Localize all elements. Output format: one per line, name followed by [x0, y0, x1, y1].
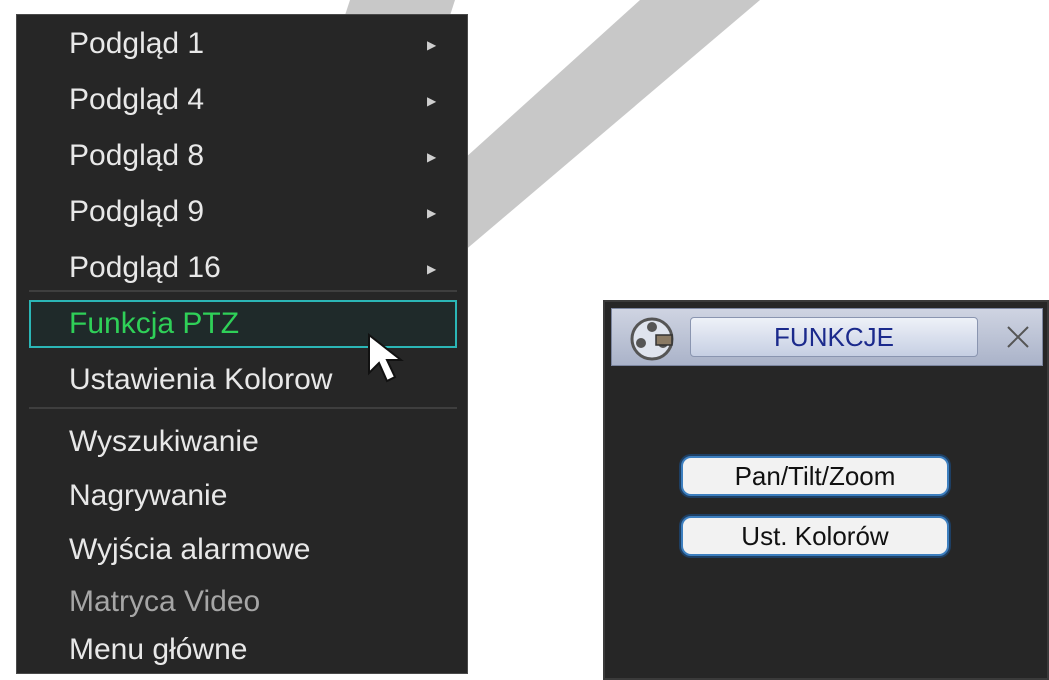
menu-item-podglad-8[interactable]: Podgląd 8 [69, 141, 204, 171]
submenu-arrow-icon: ▶ [427, 262, 437, 276]
submenu-arrow-icon: ▶ [427, 94, 437, 108]
mouse-pointer-icon [368, 333, 404, 383]
menu-item-menu-glowne[interactable]: Menu główne [69, 635, 247, 665]
menu-item-ustawienia-kolorow[interactable]: Ustawienia Kolorow [69, 365, 332, 395]
menu-item-podglad-9[interactable]: Podgląd 9 [69, 197, 204, 227]
menu-separator [29, 407, 457, 409]
dialog-title: FUNKCJE [774, 321, 894, 352]
menu-item-nagrywanie[interactable]: Nagrywanie [69, 481, 227, 511]
close-icon[interactable] [1004, 323, 1032, 351]
submenu-arrow-icon: ▶ [427, 38, 437, 52]
menu-item-funkcja-ptz[interactable]: Funkcja PTZ [69, 309, 239, 339]
menu-separator [29, 290, 457, 292]
dialog-title-field: FUNKCJE [690, 317, 978, 357]
menu-item-podglad-1[interactable]: Podgląd 1 [69, 29, 204, 59]
context-menu: Podgląd 1 ▶ Podgląd 4 ▶ Podgląd 8 ▶ Podg… [16, 14, 468, 674]
color-settings-button[interactable]: Ust. Kolorów [681, 516, 949, 556]
menu-item-podglad-16[interactable]: Podgląd 16 [69, 253, 221, 283]
menu-item-wyjscia-alarmowe[interactable]: Wyjścia alarmowe [69, 535, 310, 565]
submenu-arrow-icon: ▶ [427, 150, 437, 164]
funkcje-dialog: FUNKCJE Pan/Tilt/Zoom Ust. Kolorów [603, 300, 1049, 680]
film-reel-icon [630, 317, 674, 361]
pan-tilt-zoom-button[interactable]: Pan/Tilt/Zoom [681, 456, 949, 496]
menu-item-wyszukiwanie[interactable]: Wyszukiwanie [69, 427, 259, 457]
dialog-title-bar[interactable]: FUNKCJE [611, 308, 1043, 366]
menu-item-matryca-video: Matryca Video [69, 585, 261, 618]
submenu-arrow-icon: ▶ [427, 206, 437, 220]
menu-item-podglad-4[interactable]: Podgląd 4 [69, 85, 204, 115]
